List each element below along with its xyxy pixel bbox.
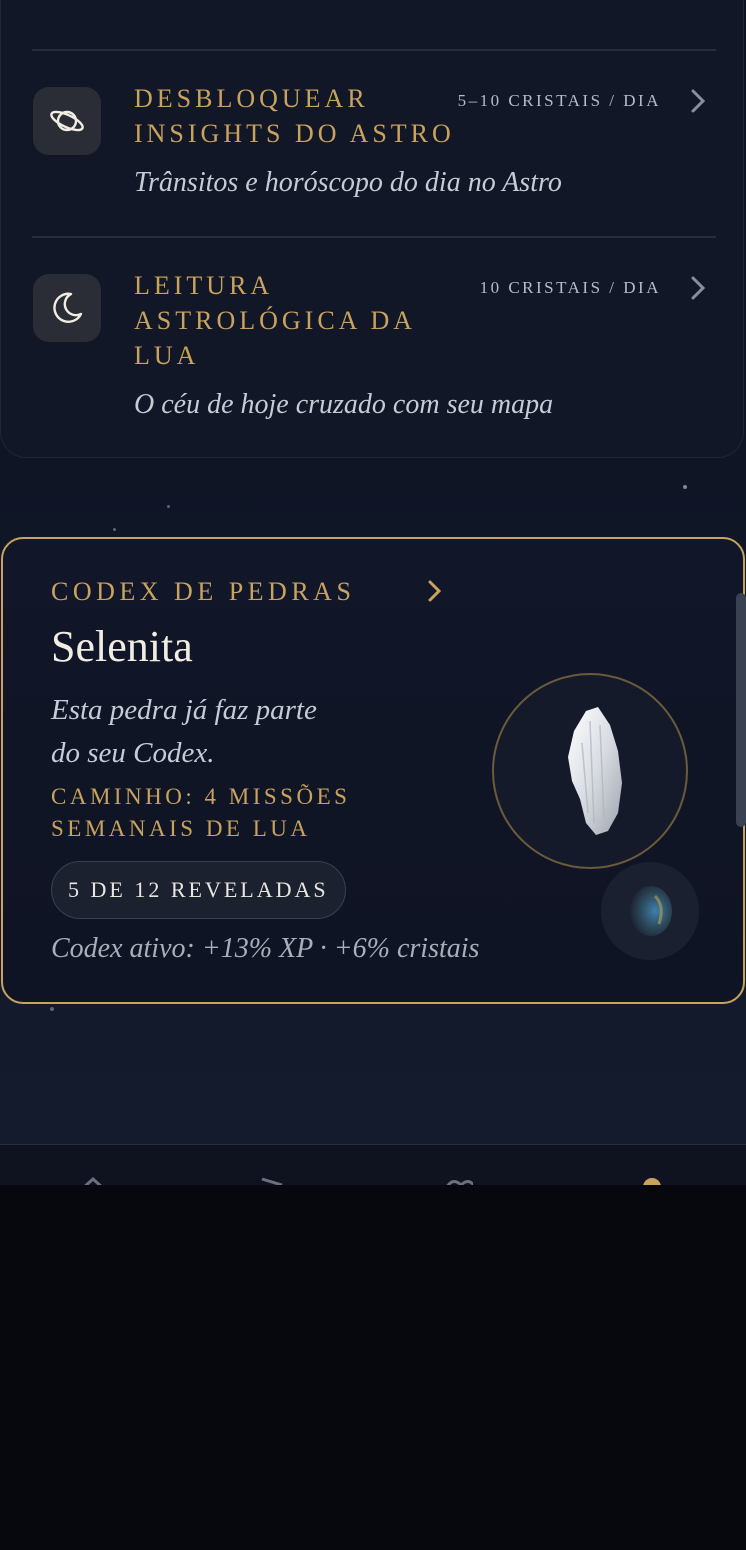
stone-description: Esta pedra já faz parte do seu Codex. bbox=[51, 694, 317, 769]
profile-icon[interactable] bbox=[640, 1175, 670, 1185]
labradorite-stone-icon bbox=[630, 886, 672, 936]
scrollbar[interactable] bbox=[736, 593, 746, 827]
selenite-crystal-icon bbox=[568, 707, 622, 835]
divider bbox=[32, 236, 716, 238]
chevron-right-icon bbox=[691, 276, 706, 300]
home-icon[interactable] bbox=[78, 1175, 108, 1185]
empty-area bbox=[0, 1185, 746, 1550]
unlock-subtitle: Trânsitos e horóscopo do dia no Astro bbox=[134, 167, 562, 198]
unlock-title: DESBLOQUEAR INSIGHTS DO ASTRO bbox=[134, 84, 455, 148]
unlocks-card: DESBLOQUEAR INSIGHTS DO ASTRO 5–10 CRIST… bbox=[0, 0, 744, 458]
screen: DESBLOQUEAR INSIGHTS DO ASTRO 5–10 CRIST… bbox=[0, 0, 746, 1185]
chevron-right-icon[interactable] bbox=[427, 579, 443, 603]
revealed-badge: 5 DE 12 REVELADAS bbox=[51, 861, 346, 919]
star bbox=[113, 528, 116, 531]
star bbox=[167, 505, 170, 508]
chevron-right-icon bbox=[691, 89, 706, 113]
secondary-stone[interactable] bbox=[601, 862, 699, 960]
unlock-price: 5–10 CRISTAIS / DIA bbox=[457, 91, 661, 110]
planet-icon bbox=[33, 87, 101, 155]
star bbox=[683, 485, 687, 489]
unlock-price: 10 CRISTAIS / DIA bbox=[479, 278, 661, 297]
star bbox=[50, 1007, 54, 1011]
unlock-title: LEITURA ASTROLÓGICA DA LUA bbox=[134, 271, 417, 370]
codex-bonus: Codex ativo: +13% XP · +6% cristais bbox=[51, 933, 480, 964]
unlock-subtitle: O céu de hoje cruzado com seu mapa bbox=[134, 389, 554, 420]
stone-path: CAMINHO: 4 MISSÕES SEMANAIS DE LUA bbox=[51, 784, 351, 841]
divider bbox=[32, 49, 716, 51]
stone-frame[interactable] bbox=[492, 673, 688, 869]
codex-label: CODEX DE PEDRAS bbox=[51, 577, 356, 606]
codex-card[interactable]: CODEX DE PEDRAS Selenita Esta pedra já f… bbox=[1, 537, 745, 1004]
stone-name: Selenita bbox=[51, 622, 193, 671]
bottom-nav bbox=[0, 1144, 746, 1185]
heart-icon[interactable] bbox=[443, 1175, 473, 1185]
moon-icon bbox=[33, 274, 101, 342]
flag-icon[interactable] bbox=[258, 1175, 288, 1185]
